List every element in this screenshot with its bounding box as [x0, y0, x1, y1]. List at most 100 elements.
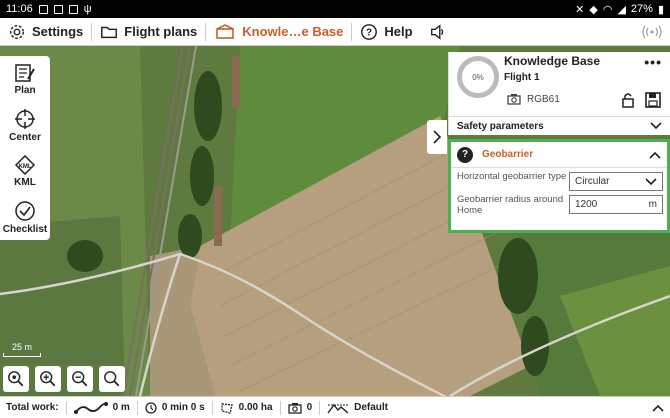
safety-parameters-label: Safety parameters — [457, 120, 544, 132]
svg-text:?: ? — [366, 27, 372, 38]
gallery-icon — [38, 4, 48, 14]
mute-icon: ✕ — [575, 3, 585, 16]
zoom-out-button[interactable] — [67, 366, 93, 392]
kml-label: KML — [14, 176, 36, 188]
flight-name: Flight 1 — [504, 72, 540, 83]
plan-icon — [15, 63, 35, 82]
crosshair-icon — [15, 108, 35, 129]
battery-level: 27% — [630, 3, 653, 15]
panel-title: Knowledge Base — [504, 54, 601, 68]
geobarrier-radius-row: Geobarrier radius around Home 1200 m — [451, 191, 667, 216]
time-value: 0 min 0 s — [161, 402, 205, 413]
kml-tool[interactable]: KML KML — [0, 148, 50, 194]
zoom-out-icon — [72, 371, 88, 387]
progress-value: 0% — [472, 72, 484, 82]
geobarrier-section: ? Geobarrier Horizontal geobarrier type … — [448, 139, 670, 233]
geobarrier-radius-unit: m — [648, 199, 657, 210]
usb-icon: ψ — [83, 3, 92, 15]
wifi-icon: ◠ — [602, 3, 613, 16]
panel-header: 0% Knowledge Base Flight 1 ••• RGB61 — [449, 52, 670, 116]
total-work-label: Total work: — [6, 402, 59, 413]
camera-info: RGB61 — [507, 93, 560, 105]
settings-button[interactable]: Settings — [0, 18, 91, 46]
geobarrier-radius-value: 1200 — [575, 199, 598, 210]
left-tool-panel: Plan Center KML KML Checklist — [0, 56, 50, 240]
scale-label: 25 m — [11, 342, 32, 352]
question-icon[interactable]: ? — [457, 146, 473, 163]
altitude-mode-stat[interactable]: Default — [320, 402, 395, 414]
zoom-to-fit-button[interactable] — [3, 366, 29, 392]
save-button[interactable] — [645, 92, 661, 113]
status-bar: 11:06 ψ ✕ ◆ ◠ ◢ 27% ▮ — [0, 0, 670, 18]
distance-stat: 0 m — [67, 401, 137, 414]
scale-bar — [3, 353, 41, 357]
geobarrier-type-select[interactable]: Circular — [569, 172, 663, 191]
center-label: Center — [9, 131, 41, 143]
flight-plans-button[interactable]: Flight plans — [92, 18, 205, 46]
geobarrier-type-row: Horizontal geobarrier type Circular — [451, 168, 667, 191]
safety-parameters-header[interactable]: Safety parameters — [449, 116, 670, 135]
geobarrier-radius-label: Geobarrier radius around Home — [457, 194, 564, 216]
connection-status — [634, 18, 670, 46]
plan-label: Plan — [14, 84, 36, 96]
gear-icon — [9, 24, 25, 39]
geobarrier-radius-input[interactable]: 1200 m — [569, 195, 663, 214]
more-menu-button[interactable]: ••• — [644, 54, 662, 70]
knowledge-base-label: Knowle…e Base — [242, 24, 344, 39]
sound-button[interactable] — [421, 18, 455, 46]
chevron-down-icon — [650, 122, 662, 130]
checklist-label: Checklist — [2, 223, 48, 235]
screen: { "status_bar": { "time": "11:06", "batt… — [0, 0, 670, 418]
geobarrier-title: Geobarrier — [482, 149, 534, 160]
folder-icon — [101, 26, 118, 38]
distance-value: 0 m — [112, 402, 130, 413]
signal-icon: ◢ — [617, 3, 626, 16]
zoom-in-icon — [40, 371, 56, 387]
battery-icon: ▮ — [657, 3, 664, 16]
search-icon — [104, 371, 120, 387]
bottom-stats-bar: Total work: 0 m 0 min 0 s 0.00 ha 0 Defa… — [0, 396, 670, 418]
map-scale: 25 m — [3, 342, 41, 357]
speaker-icon — [430, 23, 443, 40]
plan-tool[interactable]: Plan — [0, 56, 50, 102]
camera-icon — [507, 94, 521, 105]
knowledge-base-icon — [216, 23, 235, 39]
help-label: Help — [384, 24, 413, 39]
area-value: 0.00 ha — [238, 402, 273, 413]
chevron-up-icon — [649, 151, 661, 159]
area-icon — [220, 402, 233, 414]
save-icon — [645, 92, 661, 108]
checklist-tool[interactable]: Checklist — [0, 194, 50, 240]
search-map-button[interactable] — [99, 366, 125, 392]
time-stat: 0 min 0 s — [138, 401, 212, 414]
svg-text:KML: KML — [19, 164, 32, 170]
location-icon: ◆ — [589, 3, 598, 16]
help-button[interactable]: ? Help — [352, 18, 420, 46]
chevron-down-icon — [645, 177, 657, 185]
photo-count-value: 0 — [306, 402, 313, 413]
lock-icon — [622, 93, 634, 108]
flight-plans-label: Flight plans — [124, 24, 198, 39]
altitude-mode-value: Default — [354, 402, 389, 413]
path-distance-icon — [73, 401, 108, 414]
zoom-fit-icon — [8, 371, 24, 387]
chevron-up-icon[interactable] — [652, 404, 664, 412]
camera-model: RGB61 — [527, 93, 560, 105]
progress-ring: 0% — [457, 56, 499, 98]
knowledge-base-panel: 0% Knowledge Base Flight 1 ••• RGB61 Saf… — [448, 52, 670, 135]
clock-icon — [145, 401, 157, 414]
top-navigation: Settings Flight plans Knowle…e Base ? He… — [0, 18, 670, 46]
status-time: 11:06 — [6, 3, 33, 15]
geobarrier-header[interactable]: ? Geobarrier — [451, 142, 667, 168]
radio-signal-icon — [642, 25, 662, 38]
knowledge-base-tab[interactable]: Knowle…e Base — [206, 18, 351, 46]
kml-icon: KML — [14, 154, 36, 175]
zoom-in-button[interactable] — [35, 366, 61, 392]
zoom-controls — [3, 366, 125, 392]
lock-button[interactable] — [621, 92, 635, 113]
panel-expand-button[interactable] — [427, 120, 447, 154]
center-tool[interactable]: Center — [0, 102, 50, 148]
area-stat: 0.00 ha — [213, 402, 280, 414]
camera-icon — [287, 402, 302, 414]
settings-label: Settings — [32, 24, 84, 39]
